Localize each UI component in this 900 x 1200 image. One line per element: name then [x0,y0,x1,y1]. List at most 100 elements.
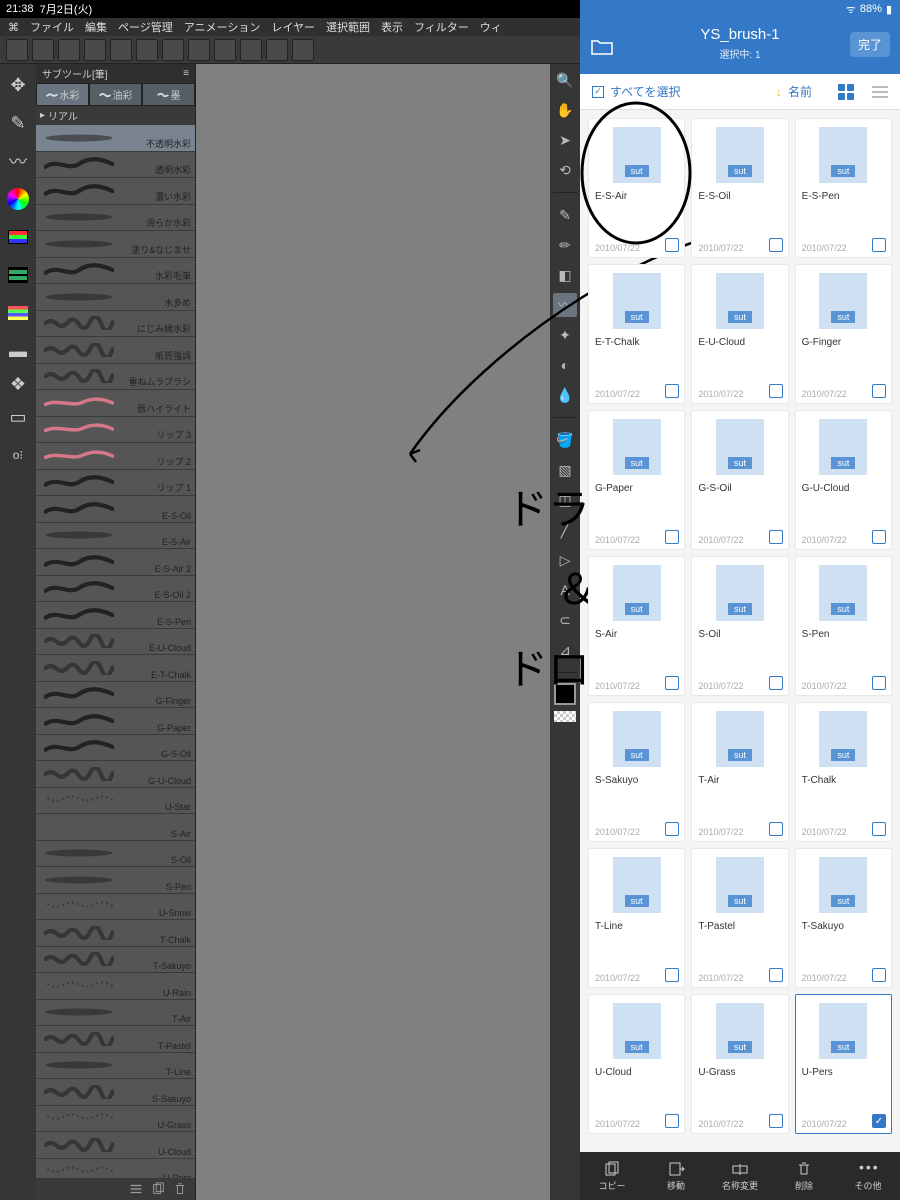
eraser-icon[interactable]: ◧ [553,263,577,287]
menu-item[interactable]: ページ管理 [118,19,173,35]
file-checkbox[interactable] [665,968,679,982]
file-checkbox[interactable] [665,384,679,398]
brush-item[interactable]: E-T-Chalk [36,655,195,682]
tab-ink[interactable]: 墨 [142,83,195,106]
menu-item[interactable]: アニメーション [184,19,261,35]
brush-item[interactable]: E-S-Pen [36,602,195,629]
brush-item[interactable]: T-Chalk [36,920,195,947]
file-checkbox[interactable] [769,822,783,836]
toolbar-button[interactable] [188,39,210,61]
lasso-icon[interactable]: ⊂ [553,608,577,632]
text-tool-icon[interactable]: A [553,578,577,602]
copy-button[interactable]: コピー [580,1152,644,1200]
fill-icon[interactable]: 🪣 [553,428,577,452]
file-item[interactable]: sut S-Sakuyo 2010/07/22 [588,702,685,842]
pen-tool-icon[interactable]: ✎ [5,110,31,136]
menu-item[interactable]: レイヤー [271,19,315,35]
delete-button[interactable]: 削除 [772,1152,836,1200]
brush-item[interactable]: U-Cloud [36,1132,195,1159]
file-item[interactable]: sut S-Oil 2010/07/22 [691,556,788,696]
brush-item[interactable]: U-Grass [36,1106,195,1133]
file-item[interactable]: sut G-U-Cloud 2010/07/22 [795,410,892,550]
file-checkbox[interactable] [665,238,679,252]
file-item[interactable]: sut E-S-Pen 2010/07/22 [795,118,892,258]
file-checkbox[interactable] [769,238,783,252]
brush-item[interactable]: T-Sakuyo [36,947,195,974]
done-button[interactable]: 完了 [850,32,890,57]
brush-item[interactable]: 透明水彩 [36,152,195,179]
blur-icon[interactable]: 💧 [553,383,577,407]
file-item[interactable]: sut G-Paper 2010/07/22 [588,410,685,550]
files-grid[interactable]: sut E-S-Air 2010/07/22 sut E-S-Oil 2010/… [580,110,900,1152]
file-checkbox[interactable] [872,238,886,252]
brush-icon[interactable]: 〰 [553,293,577,317]
brush-item[interactable]: S-Oil [36,841,195,868]
file-checkbox[interactable]: ✓ [872,1114,886,1128]
file-item[interactable]: sut T-Sakuyo 2010/07/22 [795,848,892,988]
foreground-color-swatch[interactable] [554,683,576,705]
brush-item[interactable]: にじみ縁水彩 [36,311,195,338]
toolbar-button[interactable] [292,39,314,61]
brush-item[interactable]: S-Sakuyo [36,1079,195,1106]
tab-watercolor[interactable]: 水彩 [36,83,89,106]
toolbar-button[interactable] [214,39,236,61]
file-checkbox[interactable] [769,384,783,398]
line-tool-icon[interactable]: ╱ [553,518,577,542]
brush-item[interactable]: 重ねムラブラシ [36,364,195,391]
file-item[interactable]: sut U-Grass 2010/07/22 [691,994,788,1134]
grid-view-icon[interactable] [838,84,854,100]
brush-item[interactable]: S-Pen [36,867,195,894]
transparent-swatch[interactable] [554,711,576,722]
ruler-icon[interactable]: ⊿ [553,638,577,662]
cursor-tool-icon[interactable]: ➤ [553,128,577,152]
toolbar-button[interactable] [266,39,288,61]
rotate-tool-icon[interactable]: ⟲ [553,158,577,182]
sort-arrow-icon[interactable]: ↓ [776,85,782,99]
file-item[interactable]: sut T-Line 2010/07/22 [588,848,685,988]
brush-item[interactable]: U-Rain [36,973,195,1000]
brush-item[interactable]: G-Finger [36,682,195,709]
file-checkbox[interactable] [769,968,783,982]
palette-icon[interactable] [5,224,31,250]
brush-item[interactable]: 水多め [36,284,195,311]
file-checkbox[interactable] [665,530,679,544]
file-item[interactable]: sut T-Pastel 2010/07/22 [691,848,788,988]
file-checkbox[interactable] [769,530,783,544]
move-button[interactable]: 移動 [644,1152,708,1200]
brush-item[interactable]: G-Paper [36,708,195,735]
hand-tool-icon[interactable]: ✋ [553,98,577,122]
brush-item[interactable]: T-Pastel [36,1026,195,1053]
animation-icon[interactable] [5,262,31,288]
file-item[interactable]: sut G-S-Oil 2010/07/22 [691,410,788,550]
file-item[interactable]: sut E-S-Air 2010/07/22 [588,118,685,258]
toolbar-button[interactable] [32,39,54,61]
toolbar-button[interactable] [110,39,132,61]
checkbox-icon[interactable]: ✓ [592,86,604,98]
brush-item[interactable]: リップ 3 [36,417,195,444]
brush-item[interactable]: E-S-Oil 2 [36,576,195,603]
sparkle-icon[interactable]: ✦ [553,323,577,347]
file-item[interactable]: sut U-Cloud 2010/07/22 [588,994,685,1134]
brush-item[interactable]: E-S-Oil [36,496,195,523]
file-item[interactable]: sut S-Air 2010/07/22 [588,556,685,696]
file-checkbox[interactable] [769,1114,783,1128]
panel-icon[interactable]: ▭ [5,404,31,430]
brush-list[interactable]: 不透明水彩透明水彩濃い水彩滑らか水彩塗り&なじませ水彩毛筆水多めにじみ縁水彩紙質… [36,125,195,1178]
trash-icon[interactable] [173,1182,187,1196]
brush-item[interactable]: E-U-Cloud [36,629,195,656]
rename-button[interactable]: 名称変更 [708,1152,772,1200]
brush-item[interactable]: G-S-Oil [36,735,195,762]
select-all-button[interactable]: すべてを選択 [610,83,680,100]
color-bars-icon[interactable] [5,300,31,326]
brush-item[interactable]: 不透明水彩 [36,125,195,152]
file-item[interactable]: sut T-Air 2010/07/22 [691,702,788,842]
brush-item[interactable]: 水彩毛筆 [36,258,195,285]
duplicate-icon[interactable] [151,1182,165,1196]
settings-icon[interactable]: o⁝ [5,442,31,468]
brush-tool-icon[interactable]: 〰 [5,148,31,174]
pen-icon[interactable]: ✎ [553,203,577,227]
more-button[interactable]: •••その他 [836,1152,900,1200]
gradient-tool-icon[interactable]: ◫ [553,488,577,512]
file-item[interactable]: sut E-T-Chalk 2010/07/22 [588,264,685,404]
brush-item[interactable]: 滑らか水彩 [36,205,195,232]
